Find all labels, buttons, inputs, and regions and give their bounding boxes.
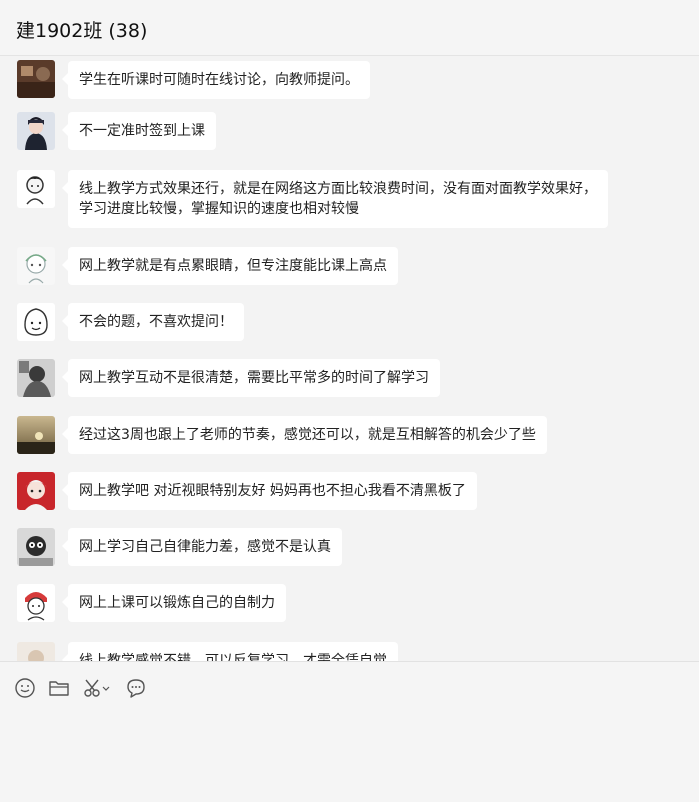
message-bubble: 网上学习自己自律能力差，感觉不是认真 xyxy=(62,528,342,566)
chat-history-icon[interactable] xyxy=(124,676,148,700)
message-bubble: 学生在听课时可随时在线讨论，向教师提问。 xyxy=(62,61,370,99)
avatar[interactable] xyxy=(17,303,55,341)
avatar[interactable] xyxy=(17,359,55,397)
message-bubble: 网上上课可以锻炼自己的自制力 xyxy=(62,584,286,622)
avatar[interactable] xyxy=(17,584,55,622)
message-bubble: 不会的题，不喜欢提问！ xyxy=(62,303,244,341)
chat-title: 建1902班 (38) xyxy=(16,20,148,42)
avatar[interactable] xyxy=(17,528,55,566)
avatar[interactable] xyxy=(17,642,55,661)
message-bubble: 经过这3周也跟上了老师的节奏，感觉还可以，就是互相解答的机会少了些 xyxy=(62,416,547,454)
folder-icon[interactable] xyxy=(47,676,71,700)
avatar[interactable] xyxy=(17,247,55,285)
scissors-icon[interactable] xyxy=(82,676,112,700)
chat-header: 建1902班 (38) xyxy=(0,0,699,56)
message-bubble: 不一定准时签到上课 xyxy=(62,112,216,150)
message-bubble: 网上教学吧 对近视眼特别友好 妈妈再也不担心我看不清黑板了 xyxy=(62,472,477,510)
avatar[interactable] xyxy=(17,60,55,98)
avatar[interactable] xyxy=(17,112,55,150)
message-bubble: 线上教学感觉不错，可以反复学习，才需全凭自觉 xyxy=(62,642,398,661)
message-bubble: 网上教学就是有点累眼睛，但专注度能比课上高点 xyxy=(62,247,398,285)
avatar[interactable] xyxy=(17,416,55,454)
message-list[interactable]: 学生在听课时可随时在线讨论，向教师提问。 不一定准时签到上课 线上教学方式效果还… xyxy=(0,57,699,661)
message-bubble: 线上教学方式效果还行，就是在网络这方面比较浪费时间，没有面对面教学效果好， 学习… xyxy=(62,170,608,228)
input-toolbar xyxy=(0,662,699,802)
message-bubble: 网上教学互动不是很清楚，需要比平常多的时间了解学习 xyxy=(62,359,440,397)
chat-window: 建1902班 (38) 学生在听课时可随时在线讨论，向教师提问。 不一定准时签到… xyxy=(0,0,699,802)
avatar[interactable] xyxy=(17,170,55,208)
avatar[interactable] xyxy=(17,472,55,510)
emoji-icon[interactable] xyxy=(13,676,37,700)
